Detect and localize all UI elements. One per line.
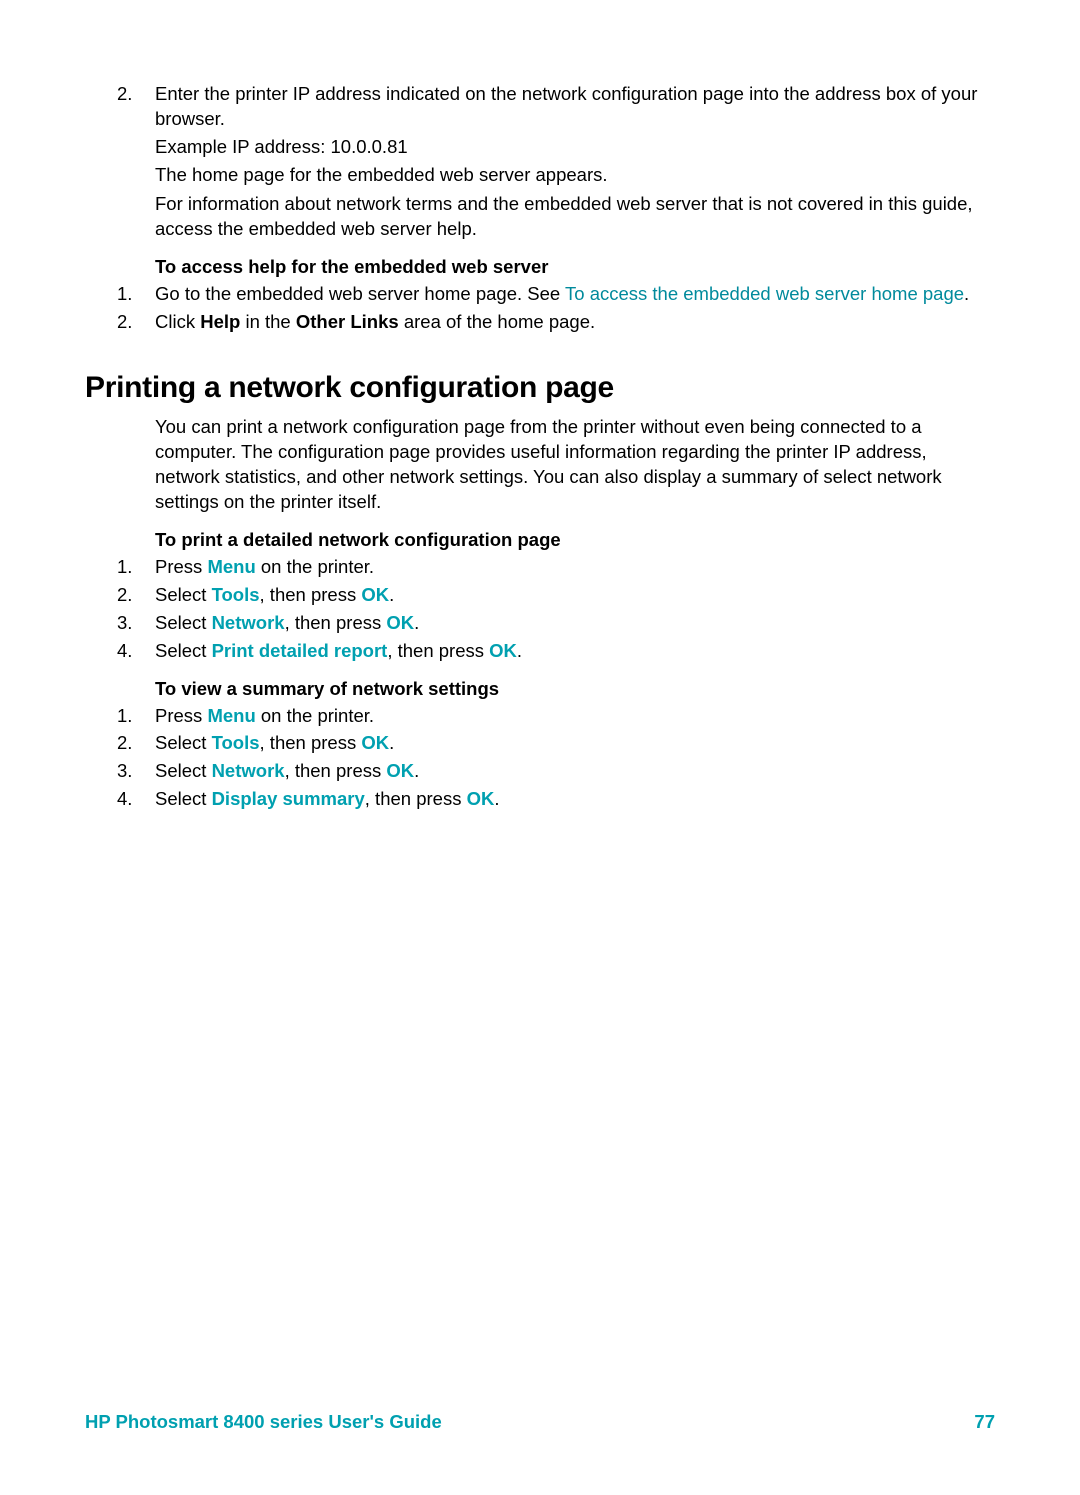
view-step-1: 1. Press Menu on the printer. (155, 704, 995, 729)
step-text: Enter the printer IP address indicated o… (155, 83, 977, 129)
page-content: 2. Enter the printer IP address indicate… (0, 0, 1080, 812)
text: Select (155, 732, 212, 753)
text: , then press (285, 612, 387, 633)
print-step-3: 3. Select Network, then press OK. (155, 611, 995, 636)
menu-button-label: Menu (207, 705, 255, 726)
step-number: 2. (117, 583, 132, 608)
text: Select (155, 760, 212, 781)
ok-label: OK (386, 612, 414, 633)
text: Press (155, 705, 207, 726)
intro-paragraph: For information about network terms and … (85, 192, 995, 242)
text: , then press (365, 788, 467, 809)
print-step-2: 2. Select Tools, then press OK. (155, 583, 995, 608)
section-intro: You can print a network configuration pa… (85, 415, 995, 515)
access-help-step-1: 1. Go to the embedded web server home pa… (155, 282, 995, 307)
text: Select (155, 612, 212, 633)
text: . (389, 732, 394, 753)
step-text-prefix: Go to the embedded web server home page.… (155, 283, 565, 304)
print-detailed-heading: To print a detailed network configuratio… (85, 529, 995, 551)
step-number: 4. (117, 787, 132, 812)
text: Select (155, 788, 212, 809)
text: . (517, 640, 522, 661)
link-access-ews-home[interactable]: To access the embedded web server home p… (565, 283, 964, 304)
step-text-prefix: Click (155, 311, 200, 332)
text: . (389, 584, 394, 605)
step-number: 2. (117, 731, 132, 756)
text: . (414, 612, 419, 633)
step-example: Example IP address: 10.0.0.81 (155, 135, 995, 160)
ok-label: OK (361, 732, 389, 753)
print-detailed-list: 1. Press Menu on the printer. 2. Select … (85, 555, 995, 664)
ok-label: OK (361, 584, 389, 605)
text: , then press (387, 640, 489, 661)
ok-label: OK (386, 760, 414, 781)
network-label: Network (212, 612, 285, 633)
step-text-suffix: . (964, 283, 969, 304)
step-text-mid: in the (240, 311, 296, 332)
tools-label: Tools (212, 584, 260, 605)
step-number: 3. (117, 759, 132, 784)
other-links-label: Other Links (296, 311, 399, 332)
text: , then press (260, 732, 362, 753)
step-text-suffix: area of the home page. (399, 311, 595, 332)
view-step-3: 3. Select Network, then press OK. (155, 759, 995, 784)
ok-label: OK (489, 640, 517, 661)
access-help-step-2: 2. Click Help in the Other Links area of… (155, 310, 995, 335)
step-result: The home page for the embedded web serve… (155, 163, 995, 188)
text: on the printer. (256, 556, 374, 577)
text: . (494, 788, 499, 809)
text: , then press (260, 584, 362, 605)
intro-ordered-list: 2. Enter the printer IP address indicate… (85, 82, 995, 188)
view-step-4: 4. Select Display summary, then press OK… (155, 787, 995, 812)
step-number: 1. (117, 704, 132, 729)
step-number: 1. (117, 282, 132, 307)
view-summary-heading: To view a summary of network settings (85, 678, 995, 700)
section-heading: Printing a network configuration page (85, 371, 995, 405)
step-number: 4. (117, 639, 132, 664)
text: Select (155, 584, 212, 605)
step-number: 2. (117, 310, 132, 335)
help-label: Help (200, 311, 240, 332)
page-footer: HP Photosmart 8400 series User's Guide 7… (85, 1411, 995, 1433)
ok-label: OK (467, 788, 495, 809)
print-step-4: 4. Select Print detailed report, then pr… (155, 639, 995, 664)
text: Select (155, 640, 212, 661)
text: Press (155, 556, 207, 577)
view-summary-list: 1. Press Menu on the printer. 2. Select … (85, 704, 995, 813)
page-number: 77 (974, 1411, 995, 1433)
step-number: 2. (117, 82, 132, 107)
print-step-1: 1. Press Menu on the printer. (155, 555, 995, 580)
footer-title: HP Photosmart 8400 series User's Guide (85, 1411, 442, 1433)
display-summary-label: Display summary (212, 788, 365, 809)
menu-button-label: Menu (207, 556, 255, 577)
text: on the printer. (256, 705, 374, 726)
text: , then press (285, 760, 387, 781)
tools-label: Tools (212, 732, 260, 753)
step-number: 1. (117, 555, 132, 580)
print-detailed-report-label: Print detailed report (212, 640, 388, 661)
access-help-heading: To access help for the embedded web serv… (85, 256, 995, 278)
intro-step-2: 2. Enter the printer IP address indicate… (155, 82, 995, 188)
text: . (414, 760, 419, 781)
access-help-list: 1. Go to the embedded web server home pa… (85, 282, 995, 335)
step-number: 3. (117, 611, 132, 636)
view-step-2: 2. Select Tools, then press OK. (155, 731, 995, 756)
network-label: Network (212, 760, 285, 781)
